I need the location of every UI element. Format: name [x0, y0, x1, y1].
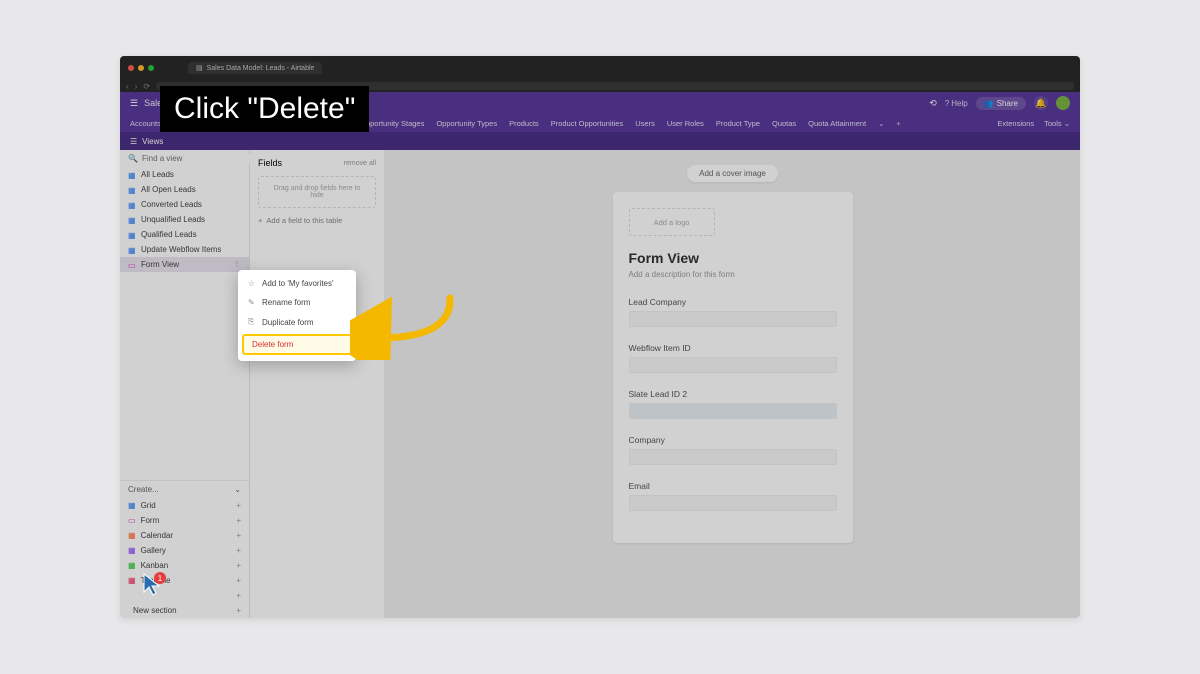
create-new-section[interactable]: New section+	[120, 603, 249, 618]
view-converted-leads[interactable]: ▦Converted Leads	[120, 197, 249, 212]
field-label: Company	[629, 435, 837, 445]
history-icon[interactable]: ⟲	[929, 98, 937, 109]
reload-icon[interactable]: ⟳	[143, 82, 150, 91]
fields-title: Fields	[258, 158, 282, 168]
views-label[interactable]: Views	[142, 137, 163, 146]
tab-title: Sales Data Model: Leads - Airtable	[207, 65, 315, 72]
field-label: Lead Company	[629, 297, 837, 307]
notifications-icon[interactable]: 🔔	[1034, 96, 1048, 110]
field-input[interactable]	[629, 449, 837, 465]
svg-text:1: 1	[158, 574, 163, 583]
browser-tab[interactable]: ▤ Sales Data Model: Leads - Airtable	[188, 62, 322, 74]
main-layout: 🔍 ⚙ ▦All Leads ▦All Open Leads ▦Converte…	[120, 150, 1080, 618]
menu-delete-form[interactable]: Delete form	[242, 334, 352, 355]
view-list: ▦All Leads ▦All Open Leads ▦Converted Le…	[120, 167, 249, 480]
copy-icon: ⎘	[248, 317, 256, 327]
avatar[interactable]	[1056, 96, 1070, 110]
chevron-down-icon: ⌄	[234, 485, 241, 494]
cursor-badge: 1	[140, 572, 166, 598]
tab-accounts[interactable]: Accounts	[130, 119, 161, 128]
view-unqualified-leads[interactable]: ▦Unqualified Leads	[120, 212, 249, 227]
tab-prod-type[interactable]: Product Type	[716, 119, 760, 128]
browser-titlebar: ▤ Sales Data Model: Leads - Airtable	[120, 56, 1080, 80]
tab-users[interactable]: Users	[635, 119, 655, 128]
search-input[interactable]	[142, 154, 252, 163]
field-input[interactable]	[629, 403, 837, 419]
star-icon: ☆	[248, 279, 256, 288]
search-views: 🔍 ⚙	[120, 150, 249, 167]
add-cover-button[interactable]: Add a cover image	[687, 165, 778, 182]
form-field-company: Company	[629, 435, 837, 465]
view-form-view[interactable]: ▭Form View⠇	[120, 257, 249, 272]
field-label: Email	[629, 481, 837, 491]
tab-opp-types[interactable]: Opportunity Types	[436, 119, 497, 128]
field-label: Webflow Item ID	[629, 343, 837, 353]
back-icon[interactable]: ‹	[126, 82, 129, 91]
form-canvas: Add a cover image Add a logo Form View A…	[385, 150, 1080, 618]
form-field-slate-lead: Slate Lead ID 2	[629, 389, 837, 419]
field-input[interactable]	[629, 495, 837, 511]
form-field-email: Email	[629, 481, 837, 511]
search-icon: 🔍	[128, 154, 138, 163]
view-all-open-leads[interactable]: ▦All Open Leads	[120, 182, 249, 197]
views-menu-icon[interactable]: ☰	[130, 137, 137, 146]
remove-all-link[interactable]: remove all	[344, 160, 376, 167]
form-description[interactable]: Add a description for this form	[629, 270, 837, 279]
create-calendar[interactable]: ▦Calendar+	[120, 528, 249, 543]
field-input[interactable]	[629, 357, 837, 373]
tab-user-roles[interactable]: User Roles	[667, 119, 704, 128]
view-context-menu: ☆ Add to 'My favorites' ✎ Rename form ⎘ …	[238, 270, 356, 361]
drag-drop-zone[interactable]: Drag and drop fields here to hide	[258, 176, 376, 208]
help-link[interactable]: ?Help	[945, 99, 968, 108]
views-sidebar: 🔍 ⚙ ▦All Leads ▦All Open Leads ▦Converte…	[120, 150, 250, 618]
tab-products[interactable]: Products	[509, 119, 539, 128]
content-area: Fields remove all Drag and drop fields h…	[250, 150, 1080, 618]
view-options-icon[interactable]: ⠇	[235, 260, 241, 269]
share-button[interactable]: 👥 Share	[976, 97, 1026, 110]
tab-opp-stages[interactable]: Opportunity Stages	[360, 119, 424, 128]
menu-rename-form[interactable]: ✎ Rename form	[238, 293, 356, 312]
tab-favicon: ▤	[196, 64, 203, 72]
fields-panel: Fields remove all Drag and drop fields h…	[250, 150, 385, 618]
instruction-banner: Click "Delete"	[160, 86, 369, 132]
create-gallery[interactable]: ▦Gallery+	[120, 543, 249, 558]
tools-link[interactable]: Tools ⌄	[1044, 119, 1070, 128]
create-form[interactable]: ▭Form+	[120, 513, 249, 528]
pencil-icon: ✎	[248, 298, 256, 307]
form-card: Add a logo Form View Add a description f…	[613, 192, 853, 543]
chevron-down-icon[interactable]: ⌄	[878, 119, 884, 128]
form-field-lead-company: Lead Company	[629, 297, 837, 327]
create-header[interactable]: Create...⌄	[120, 481, 249, 498]
views-bar: ☰ Views	[120, 132, 1080, 150]
view-update-webflow[interactable]: ▦Update Webflow Items	[120, 242, 249, 257]
extensions-link[interactable]: Extensions	[997, 119, 1034, 128]
add-table-button[interactable]: +	[896, 119, 900, 128]
create-kanban[interactable]: ▦Kanban+	[120, 558, 249, 573]
form-title[interactable]: Form View	[629, 250, 837, 266]
form-field-webflow-id: Webflow Item ID	[629, 343, 837, 373]
tab-quota-att[interactable]: Quota Attainment	[808, 119, 866, 128]
menu-duplicate-form[interactable]: ⎘ Duplicate form	[238, 312, 356, 332]
field-label: Slate Lead ID 2	[629, 389, 837, 399]
tab-quotas[interactable]: Quotas	[772, 119, 796, 128]
people-icon: 👥	[984, 99, 994, 108]
window-controls[interactable]	[128, 65, 154, 71]
view-all-leads[interactable]: ▦All Leads	[120, 167, 249, 182]
add-field-button[interactable]: +Add a field to this table	[258, 216, 376, 225]
field-input[interactable]	[629, 311, 837, 327]
add-logo-button[interactable]: Add a logo	[629, 208, 715, 236]
create-grid[interactable]: ▦Grid+	[120, 498, 249, 513]
view-qualified-leads[interactable]: ▦Qualified Leads	[120, 227, 249, 242]
hamburger-icon[interactable]: ☰	[130, 98, 138, 109]
menu-add-favorites[interactable]: ☆ Add to 'My favorites'	[238, 274, 356, 293]
forward-icon[interactable]: ›	[135, 82, 138, 91]
tab-prod-opp[interactable]: Product Opportunities	[551, 119, 624, 128]
